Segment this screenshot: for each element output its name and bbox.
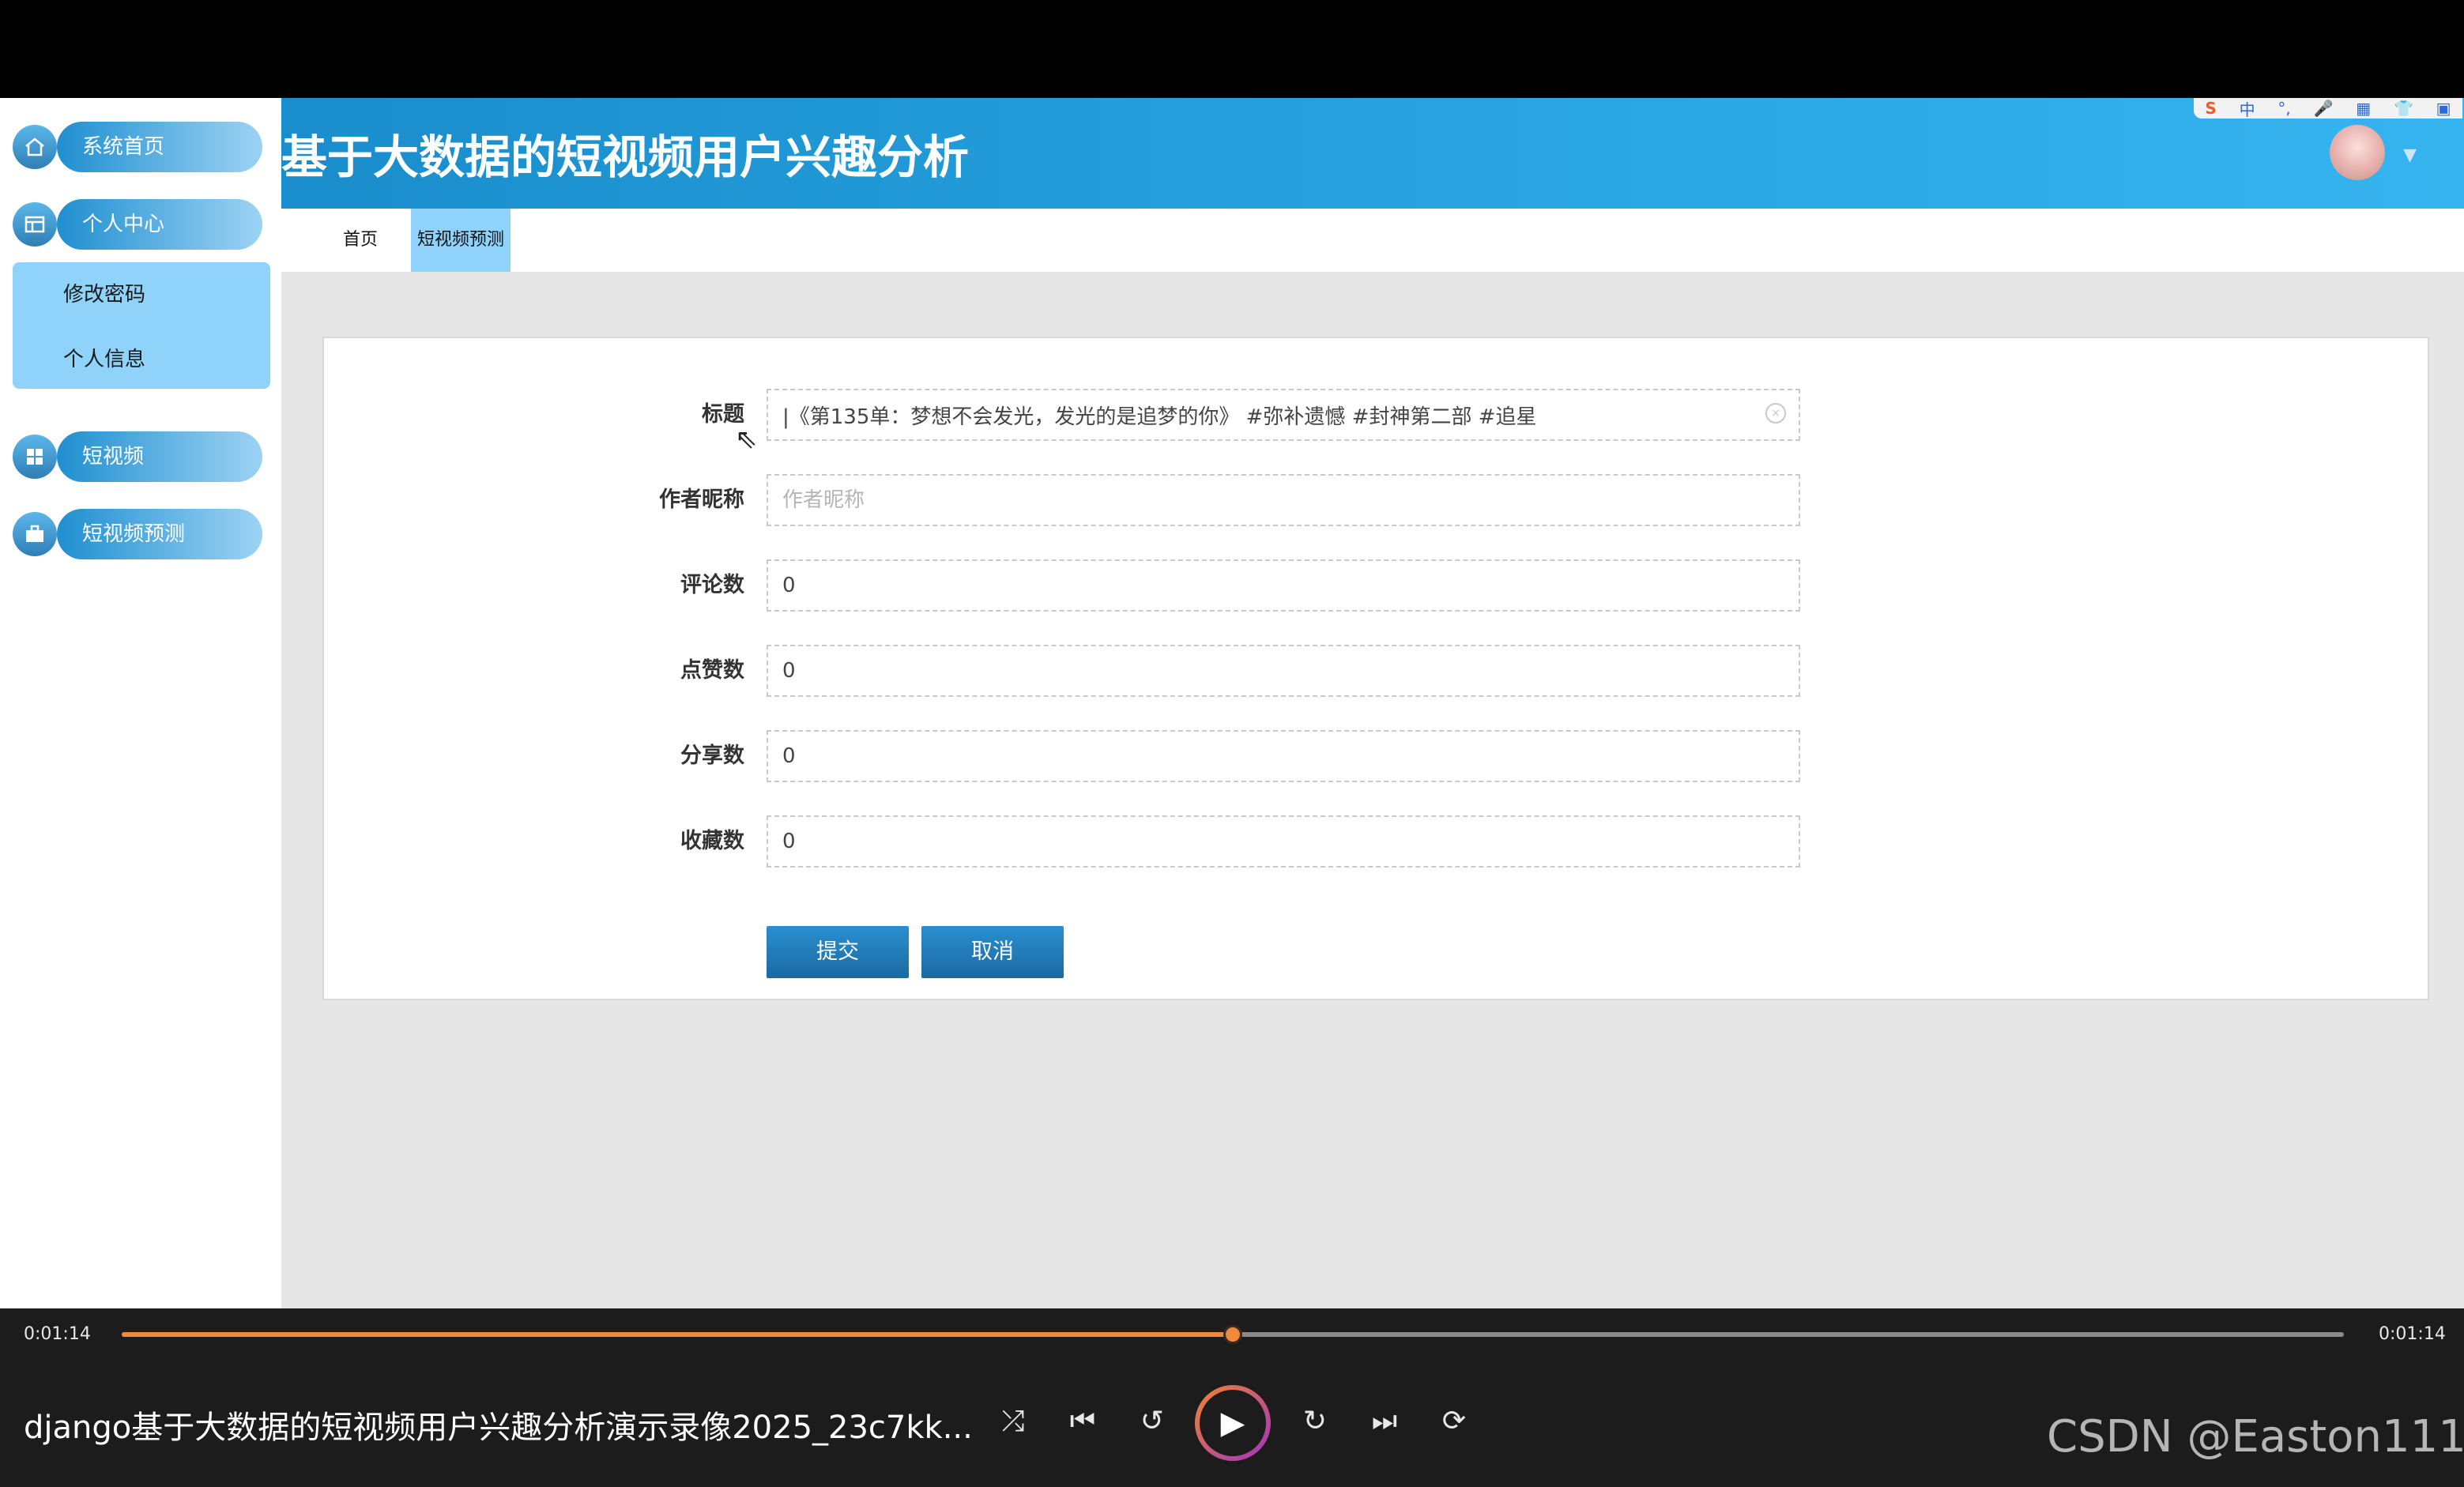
sidebar: 系统首页 个人中心 修改密码 个人信息 短视频 短视频预测 (0, 98, 281, 1308)
form-row-shares: 分享数 (324, 730, 1825, 782)
microphone-icon[interactable]: 🎤 (2314, 99, 2334, 118)
app-header: 基于大数据的短视频用户兴趣分析 S 中 °, 🎤 ▦ 👕 ▣ ▼ (281, 98, 2464, 209)
submenu-item-change-password[interactable]: 修改密码 (63, 278, 145, 307)
clear-icon[interactable]: × (1765, 403, 1786, 424)
main-content: 标题 × 作者昵称 评论数 点赞数 分享数 收藏数 (281, 272, 2464, 1308)
form-row-title: 标题 × (324, 389, 1825, 441)
current-time: 0:01:14 (24, 1324, 91, 1344)
grid-icon (13, 435, 57, 479)
sidebar-item-label: 个人中心 (57, 199, 262, 250)
field-label: 收藏数 (680, 829, 744, 853)
previous-icon[interactable]: ⏮ (1064, 1405, 1102, 1438)
like-count-input[interactable] (767, 645, 1800, 697)
top-black-bar (0, 0, 2464, 98)
sidebar-item-label: 短视频预测 (57, 509, 262, 559)
title-input[interactable] (767, 389, 1800, 441)
app-title: 基于大数据的短视频用户兴趣分析 (281, 130, 970, 184)
progress-knob[interactable] (1223, 1325, 1242, 1344)
sogou-icon[interactable]: S (2205, 99, 2216, 118)
ime-chinese-icon[interactable]: 中 (2240, 97, 2255, 120)
skin-icon[interactable]: 👕 (2394, 99, 2413, 118)
progress-track[interactable] (122, 1325, 2344, 1344)
mouse-cursor-icon: ⇖ (735, 424, 758, 455)
field-label: 点赞数 (680, 658, 744, 683)
form-card: 标题 × 作者昵称 评论数 点赞数 分享数 收藏数 (322, 337, 2429, 1000)
form-row-favorites: 收藏数 (324, 815, 1825, 868)
sidebar-item-personal-center[interactable]: 个人中心 (13, 199, 262, 250)
video-title: django基于大数据的短视频用户兴趣分析演示录像2025_23c7kk... (24, 1410, 973, 1446)
submenu-item-personal-info[interactable]: 个人信息 (63, 343, 145, 372)
sidebar-item-label: 短视频 (57, 431, 262, 482)
tab-home[interactable]: 首页 (337, 209, 384, 272)
play-icon: ▶ (1200, 1390, 1266, 1456)
progress-fill (122, 1332, 1233, 1337)
watermark-text: CSDN @Easton111 (2047, 1411, 2464, 1463)
sidebar-item-home[interactable]: 系统首页 (13, 122, 262, 172)
sidebar-submenu: 修改密码 个人信息 (13, 262, 270, 389)
total-time: 0:01:14 (2379, 1324, 2446, 1344)
ime-toolbar: S 中 °, 🎤 ▦ 👕 ▣ (2194, 98, 2462, 119)
card-icon (13, 202, 57, 247)
play-button[interactable]: ▶ (1195, 1385, 1271, 1461)
share-count-input[interactable] (767, 730, 1800, 782)
submit-button[interactable]: 提交 (767, 926, 909, 978)
form-row-comments: 评论数 (324, 559, 1825, 612)
form-row-likes: 点赞数 (324, 645, 1825, 697)
sidebar-item-short-video[interactable]: 短视频 (13, 431, 262, 482)
avatar[interactable] (2330, 125, 2385, 180)
ime-grid-icon[interactable]: ▣ (2436, 99, 2451, 118)
briefcase-icon (13, 512, 57, 556)
app-window: 系统首页 个人中心 修改密码 个人信息 短视频 短视频预测 基于大数据的短视频用… (0, 98, 2464, 1308)
comment-count-input[interactable] (767, 559, 1800, 612)
sidebar-item-short-video-prediction[interactable]: 短视频预测 (13, 509, 262, 559)
repeat-icon[interactable]: ⟳ (1435, 1405, 1473, 1437)
tab-short-video-prediction[interactable]: 短视频预测 (411, 209, 511, 272)
sidebar-item-label: 系统首页 (57, 122, 262, 172)
field-label: 评论数 (680, 573, 744, 597)
field-label: 作者昵称 (659, 488, 744, 512)
chevron-down-icon[interactable]: ▼ (2403, 145, 2417, 165)
forward-30-icon[interactable]: ↻ (1296, 1405, 1334, 1437)
ime-punct-icon[interactable]: °, (2278, 99, 2290, 118)
tab-bar: 首页 短视频预测 (281, 209, 2464, 272)
video-player-bar: 0:01:14 0:01:14 django基于大数据的短视频用户兴趣分析演示录… (0, 1308, 2464, 1487)
keyboard-icon[interactable]: ▦ (2356, 99, 2371, 118)
next-icon[interactable]: ⏭ (1366, 1405, 1403, 1438)
home-icon (13, 125, 57, 169)
shuffle-icon[interactable]: ⤮ (994, 1405, 1032, 1438)
form-row-author: 作者昵称 (324, 474, 1825, 526)
field-label: 分享数 (680, 744, 744, 768)
author-nickname-input[interactable] (767, 474, 1800, 526)
rewind-10-icon[interactable]: ↺ (1133, 1405, 1171, 1437)
favorite-count-input[interactable] (767, 815, 1800, 868)
cancel-button[interactable]: 取消 (921, 926, 1064, 978)
